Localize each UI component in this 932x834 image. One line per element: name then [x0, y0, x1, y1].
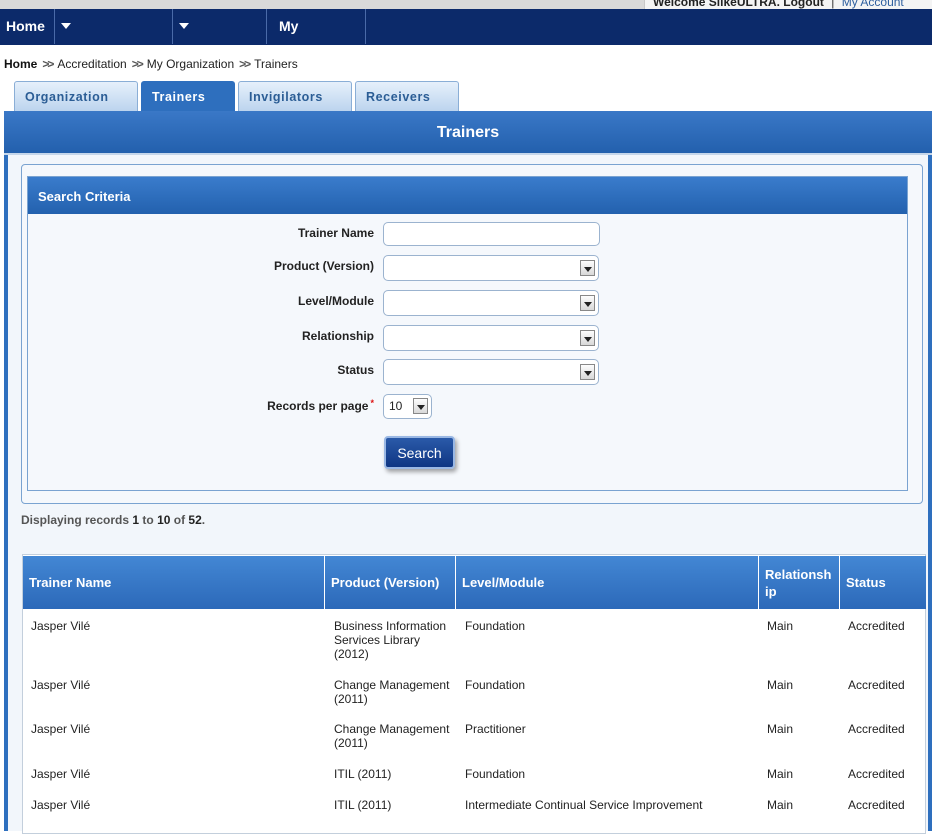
- cell-level: Practitioner: [465, 722, 526, 736]
- column-header-level[interactable]: Level/Module: [456, 556, 759, 609]
- breadcrumb-home[interactable]: Home: [4, 57, 37, 71]
- cell-product: ITIL (2011): [334, 798, 392, 812]
- welcome-text: Welcome SilkeULTRA.: [653, 0, 780, 9]
- records-total: 52: [188, 513, 202, 527]
- cell-relationship: Main: [767, 767, 794, 781]
- divider: |: [831, 0, 835, 9]
- cell-trainer-name: Jasper Vilé: [31, 722, 91, 736]
- page-title: Trainers: [4, 111, 932, 155]
- product-select[interactable]: [383, 255, 599, 281]
- product-label: Product (Version): [273, 259, 374, 273]
- status-label: Status: [337, 363, 374, 377]
- records-to: 10: [157, 513, 171, 527]
- chevron-down-icon: [580, 364, 595, 380]
- records-per-page-label: Records per page *: [267, 398, 374, 413]
- cell-relationship: Main: [767, 722, 794, 736]
- my-account-link[interactable]: My Account: [842, 0, 904, 9]
- cell-relationship: Main: [767, 619, 794, 633]
- chevron-right-icon: >>: [42, 57, 54, 71]
- cell-status: Accredited: [848, 798, 905, 812]
- level-label: Level/Module: [297, 294, 374, 308]
- tab-organization[interactable]: Organization: [14, 81, 138, 111]
- column-header-relationship[interactable]: Relationsh ip: [759, 556, 840, 609]
- breadcrumb-my-organization[interactable]: My Organization: [147, 57, 234, 71]
- column-header-trainer-name[interactable]: Trainer Name: [23, 556, 325, 609]
- records-per-page-value: 10: [389, 399, 403, 413]
- status-select[interactable]: [383, 359, 599, 385]
- nav-bookings[interactable]: Bookings: [173, 9, 267, 69]
- tab-receivers[interactable]: Receivers: [355, 81, 459, 111]
- cell-product: Change Management (2011): [334, 678, 450, 706]
- search-button[interactable]: Search: [384, 436, 455, 469]
- nav-accreditation[interactable]: Accreditation: [55, 9, 173, 69]
- cell-relationship: Main: [767, 798, 794, 812]
- tab-trainers[interactable]: Trainers: [141, 81, 235, 111]
- records-per-page-select[interactable]: 10: [383, 394, 432, 419]
- cell-level: Foundation: [465, 767, 526, 781]
- cell-status: Accredited: [848, 678, 905, 692]
- cell-trainer-name: Jasper Vilé: [31, 619, 91, 633]
- cell-product: ITIL (2011): [334, 767, 392, 781]
- records-summary: Displaying records 1 to 10 of 52.: [21, 513, 205, 527]
- records-of-word: of: [170, 513, 189, 527]
- chevron-down-icon: [580, 330, 595, 346]
- column-header-status[interactable]: Status: [840, 556, 926, 609]
- column-header-product[interactable]: Product (Version): [325, 556, 456, 609]
- nav-home[interactable]: Home: [0, 9, 55, 44]
- breadcrumb-trainers: Trainers: [254, 57, 298, 71]
- cell-status: Accredited: [848, 767, 905, 781]
- level-select[interactable]: [383, 290, 599, 316]
- records-suffix: .: [201, 513, 206, 527]
- cell-trainer-name: Jasper Vilé: [31, 678, 91, 692]
- cell-relationship: Main: [767, 678, 794, 692]
- cell-level: Foundation: [465, 619, 526, 633]
- cell-trainer-name: Jasper Vilé: [31, 798, 91, 812]
- records-per-page-label-text: Records per page: [267, 399, 369, 413]
- chevron-right-icon: >>: [239, 57, 251, 71]
- breadcrumb: Home >> Accreditation >> My Organization >> Tr…: [4, 57, 298, 71]
- relationship-select[interactable]: [383, 325, 599, 351]
- cell-status: Accredited: [848, 722, 905, 736]
- cell-status: Accredited: [848, 619, 905, 633]
- required-asterisk: *: [370, 398, 374, 408]
- cell-trainer-name: Jasper Vilé: [31, 767, 91, 781]
- cell-product: Change Management (2011): [334, 722, 450, 750]
- cell-level: Intermediate Continual Service Improveme…: [465, 798, 703, 812]
- search-criteria-title: Search Criteria: [28, 177, 907, 214]
- chevron-down-icon: [413, 398, 428, 414]
- logout-link[interactable]: Logout: [783, 0, 824, 9]
- chevron-down-icon: [580, 260, 595, 276]
- trainer-name-label: Trainer Name: [297, 226, 374, 240]
- chevron-right-icon: >>: [131, 57, 144, 71]
- dropdown-arrow-icon: [61, 23, 71, 29]
- chevron-down-icon: [580, 295, 595, 311]
- trainer-name-input[interactable]: [383, 222, 600, 246]
- cell-product: Business Information Services Library (2…: [334, 619, 447, 661]
- main-nav: Home Accreditation Bookings My Account: [0, 9, 932, 69]
- nav-my-account[interactable]: My Account: [267, 9, 366, 69]
- cell-level: Foundation: [465, 678, 526, 692]
- dropdown-arrow-icon: [179, 23, 189, 29]
- breadcrumb-accreditation[interactable]: Accreditation: [57, 57, 126, 71]
- records-to-word: to: [139, 513, 158, 527]
- records-prefix: Displaying records: [21, 513, 133, 527]
- relationship-label: Relationship: [301, 329, 374, 343]
- tab-invigilators[interactable]: Invigilators: [238, 81, 352, 111]
